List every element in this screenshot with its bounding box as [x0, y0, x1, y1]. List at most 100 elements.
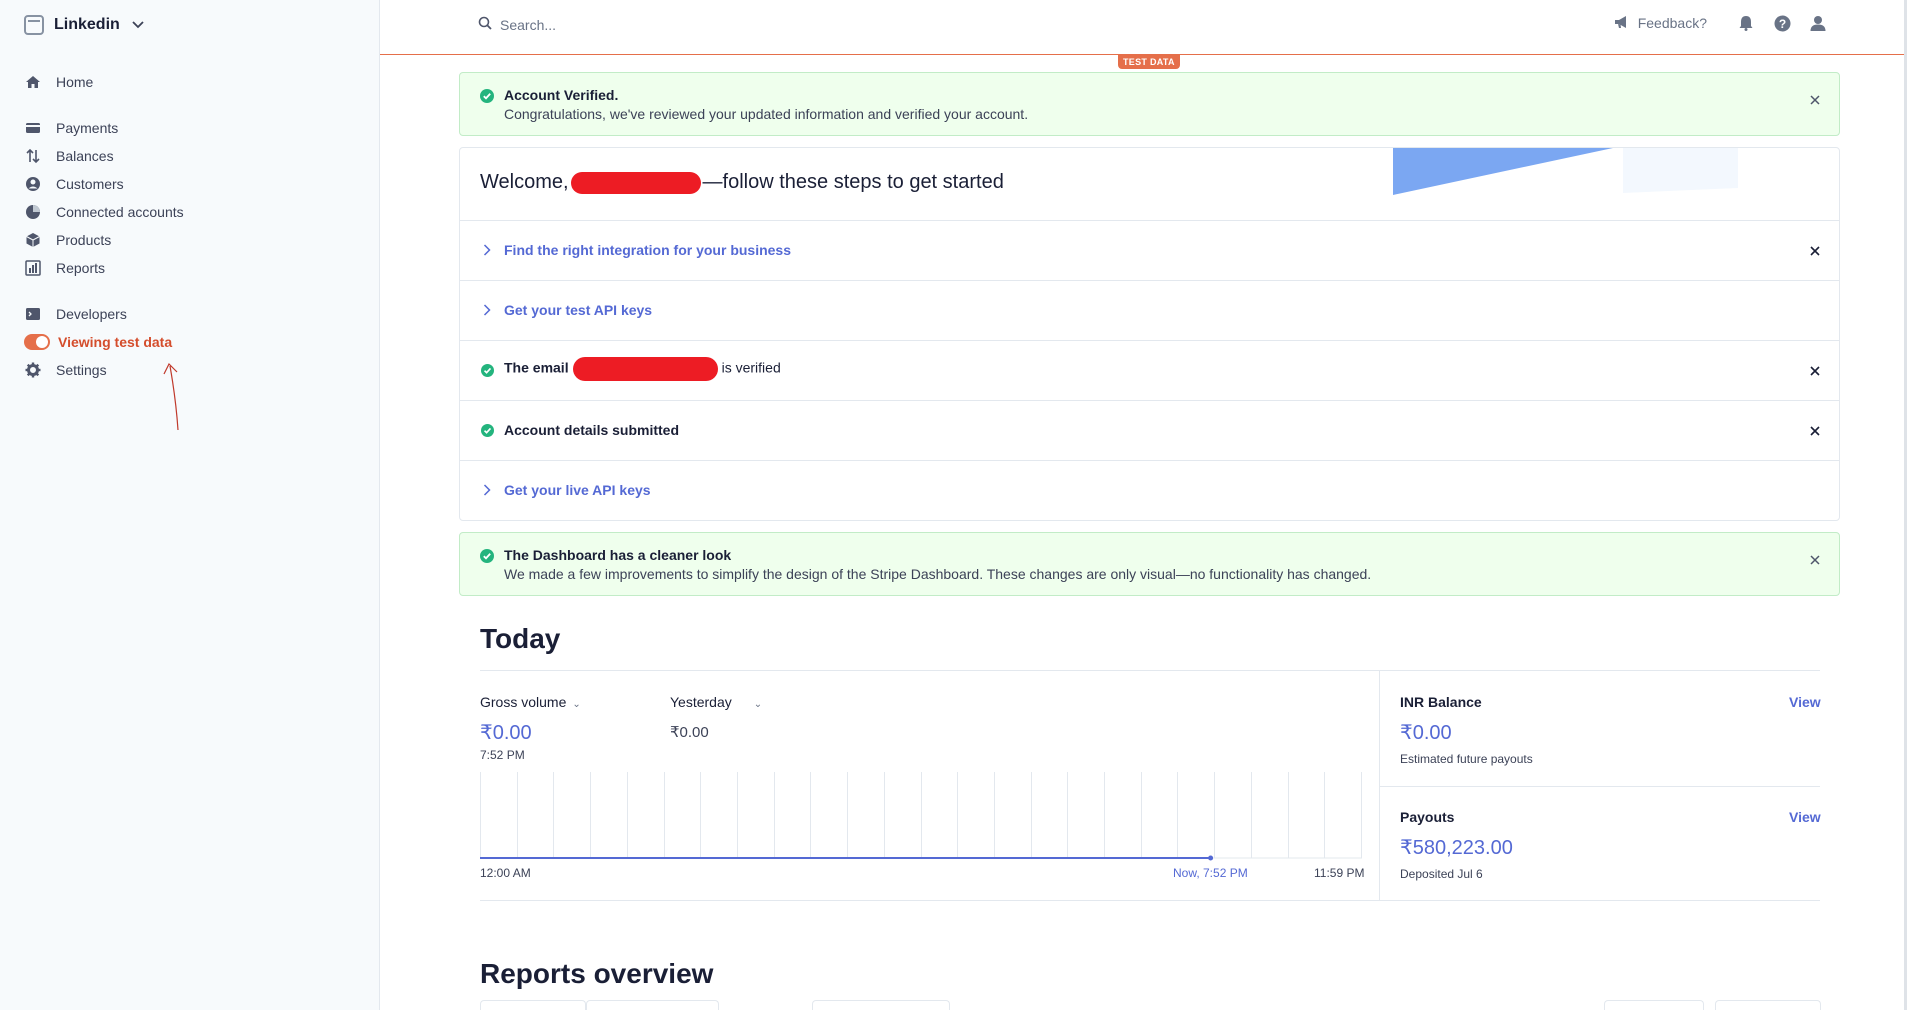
sidebar-item-label: Developers	[56, 306, 127, 322]
payouts-sub: Deposited Jul 6	[1400, 867, 1483, 881]
reports-overview-heading: Reports overview	[480, 958, 714, 989]
search-input[interactable]: Search...	[500, 17, 556, 33]
sidebar-item-payments[interactable]: Payments	[24, 117, 118, 139]
sidebar-item-label: Balances	[56, 148, 114, 164]
step-label[interactable]: Get your live API keys	[504, 482, 651, 498]
banner-text: Congratulations, we've reviewed your upd…	[504, 106, 1029, 122]
reports-icon	[24, 259, 42, 277]
close-icon[interactable]	[1809, 93, 1821, 111]
close-icon[interactable]	[1809, 424, 1821, 442]
sidebar-item-connected-accounts[interactable]: Connected accounts	[24, 201, 184, 223]
account-switcher[interactable]: Linkedin	[24, 14, 144, 36]
step-label-prefix: The email	[504, 359, 569, 376]
payouts-view-link[interactable]: View	[1789, 809, 1821, 825]
gross-volume-time: 7:52 PM	[480, 748, 525, 762]
chart-point-now	[1208, 855, 1214, 861]
step-row-live-api-keys[interactable]: Get your live API keys	[460, 460, 1839, 520]
megaphone-icon	[1614, 15, 1630, 32]
check-circle-icon	[480, 363, 494, 377]
balance-view-link[interactable]: View	[1789, 694, 1821, 710]
onboarding-steps-card: Welcome, —follow these steps to get start…	[459, 147, 1840, 521]
report-action-button[interactable]	[1715, 1000, 1821, 1010]
sidebar-item-label: Payments	[56, 120, 119, 136]
cleaner-look-banner: The Dashboard has a cleaner look We made…	[459, 532, 1840, 596]
top-bar: Search... Feedback? ?	[380, 0, 1907, 55]
redacted-email	[572, 357, 718, 381]
step-row-integration[interactable]: Find the right integration for your busi…	[460, 220, 1839, 280]
sidebar-item-balances[interactable]: Balances	[24, 145, 114, 167]
hand-drawn-arrow-annotation	[163, 362, 179, 431]
sidebar-item-settings[interactable]: Settings	[24, 359, 107, 381]
inr-balance-sub: Estimated future payouts	[1400, 752, 1533, 766]
sidebar: Linkedin Home Payments Balances Customer…	[0, 0, 380, 1010]
decorative-illustration	[1393, 148, 1738, 195]
banner-text: We made a few improvements to simplify t…	[504, 566, 1372, 582]
sidebar-item-label: Products	[56, 232, 112, 248]
step-label-email: The email is verified	[504, 357, 781, 381]
top-actions: Feedback? ?	[1614, 14, 1827, 32]
sidebar-item-label: Customers	[56, 176, 124, 192]
connected-accounts-icon	[24, 203, 42, 221]
report-filter-button[interactable]	[586, 1000, 719, 1010]
step-label-suffix: is verified	[721, 359, 781, 376]
sidebar-item-products[interactable]: Products	[24, 229, 111, 251]
help-icon[interactable]: ?	[1773, 14, 1791, 32]
report-action-button[interactable]	[1604, 1000, 1704, 1010]
sidebar-item-label: Settings	[56, 362, 107, 378]
search-bar[interactable]: Search...	[478, 16, 556, 33]
step-label[interactable]: Get your test API keys	[504, 302, 652, 318]
sidebar-item-developers[interactable]: Developers	[24, 303, 127, 325]
chevron-down-icon	[132, 18, 144, 32]
sidebar-item-reports[interactable]: Reports	[24, 257, 105, 279]
report-filter-button[interactable]	[812, 1000, 950, 1010]
divider	[1380, 786, 1820, 787]
test-data-toggle[interactable]	[24, 334, 50, 350]
close-icon[interactable]	[1809, 244, 1821, 262]
step-row-test-api-keys[interactable]: Get your test API keys	[460, 280, 1839, 340]
home-icon	[24, 73, 42, 91]
developers-icon	[24, 305, 42, 323]
chevron-right-icon	[480, 483, 494, 497]
inr-balance-value: ₹0.00	[1400, 722, 1452, 744]
user-icon[interactable]	[1809, 14, 1827, 32]
chevron-right-icon	[480, 303, 494, 317]
sidebar-item-customers[interactable]: Customers	[24, 173, 124, 195]
sidebar-item-label: Viewing test data	[58, 334, 173, 350]
payouts-label: Payouts	[1400, 809, 1455, 825]
compare-period-selector[interactable]: Yesterday ⌄	[670, 694, 762, 710]
close-icon[interactable]	[1809, 364, 1821, 382]
gross-volume-chart[interactable]	[480, 772, 1362, 862]
sidebar-item-label: Home	[56, 74, 94, 90]
divider	[480, 900, 1820, 901]
account-name: Linkedin	[54, 16, 120, 33]
account-logo-icon	[24, 15, 44, 35]
check-circle-icon	[480, 89, 494, 108]
step-label[interactable]: Find the right integration for your busi…	[504, 242, 791, 258]
welcome-suffix: —follow these steps to get started	[702, 171, 1004, 193]
step-label: Account details submitted	[504, 422, 680, 438]
test-data-badge: TEST DATA	[1118, 55, 1180, 69]
close-icon[interactable]	[1809, 553, 1821, 571]
x-axis-label-start: 12:00 AM	[480, 866, 531, 880]
balances-icon	[24, 147, 42, 165]
sidebar-item-label: Reports	[56, 260, 106, 276]
sidebar-item-label: Connected accounts	[56, 204, 184, 220]
check-circle-icon	[480, 549, 494, 568]
account-verified-banner: Account Verified. Congratulations, we've…	[459, 72, 1840, 136]
gross-volume-selector[interactable]: Gross volume ⌄	[480, 694, 581, 710]
products-icon	[24, 231, 42, 249]
chevron-down-icon: ⌄	[753, 699, 763, 710]
report-filter-button[interactable]	[480, 1000, 586, 1010]
compare-period-label: Yesterday	[670, 694, 732, 710]
banner-title: Account Verified.	[504, 87, 619, 103]
inr-balance-label: INR Balance	[1400, 694, 1482, 710]
redacted-name	[570, 171, 701, 194]
x-axis-label-now: Now, 7:52 PM	[1173, 866, 1248, 880]
x-axis-label-end: 11:59 PM	[1314, 866, 1365, 880]
welcome-prefix: Welcome,	[480, 171, 569, 193]
sidebar-item-viewing-test-data[interactable]: Viewing test data	[24, 331, 172, 353]
sidebar-item-home[interactable]: Home	[24, 71, 93, 93]
step-row-account-details: Account details submitted	[460, 400, 1839, 460]
feedback-button[interactable]: Feedback?	[1614, 15, 1707, 32]
bell-icon[interactable]	[1737, 14, 1755, 32]
